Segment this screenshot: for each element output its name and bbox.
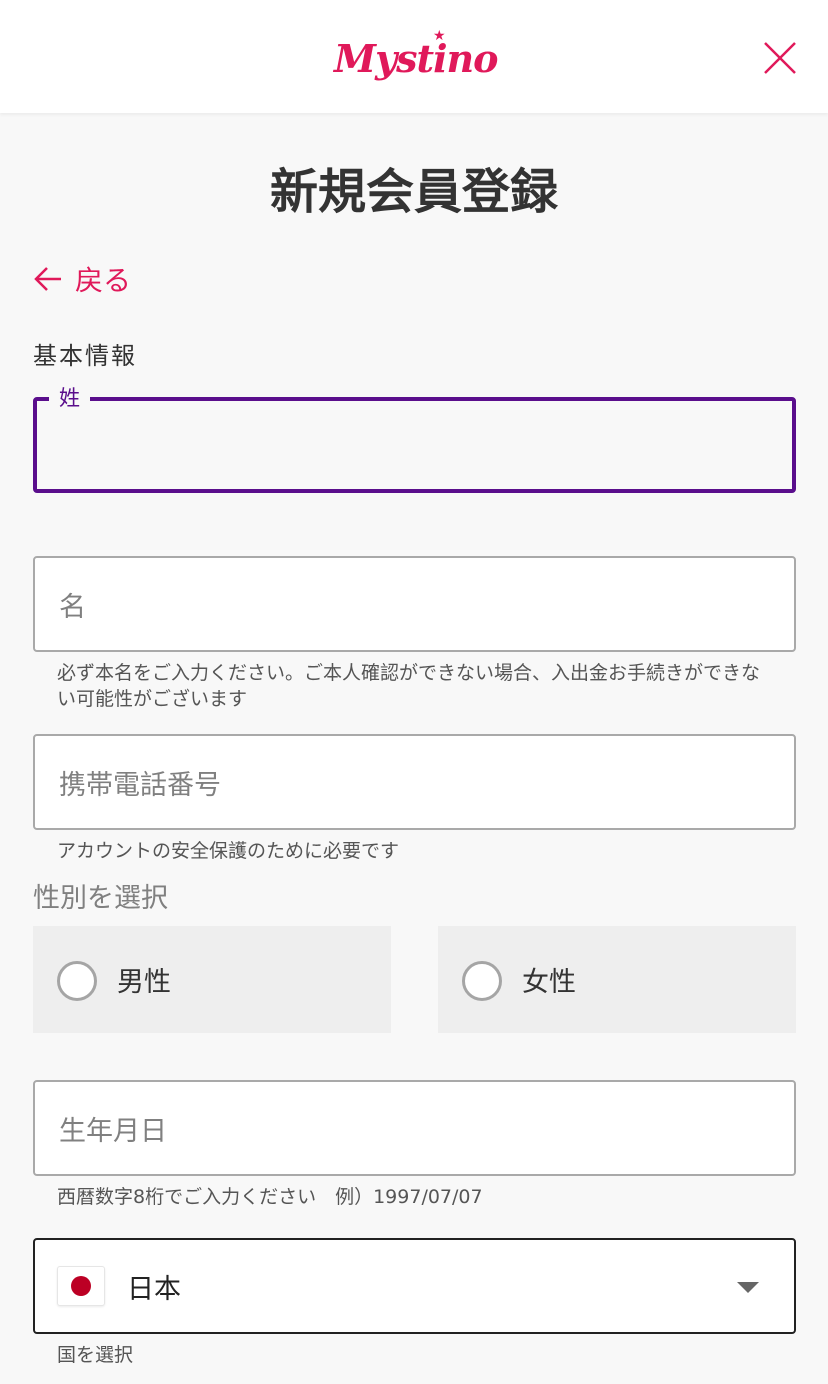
birthdate-helper-text: 西暦数字8桁でご入力ください 例）1997/07/07 <box>57 1186 483 1208</box>
close-icon <box>764 42 796 74</box>
birthdate-field[interactable]: 生年月日 <box>33 1080 796 1176</box>
mystino-logo[interactable]: Mystino ★ <box>334 28 498 86</box>
app-header: Mystino ★ <box>0 0 828 113</box>
page-title: 新規会員登録 <box>269 164 558 220</box>
country-select[interactable]: 日本 <box>33 1238 796 1334</box>
logo-text: Mystino <box>334 36 498 81</box>
birthdate-placeholder: 生年月日 <box>59 1115 167 1147</box>
japan-flag-icon <box>57 1266 105 1306</box>
gender-option-label: 女性 <box>522 967 576 998</box>
arrow-left-icon <box>34 267 61 291</box>
country-value: 日本 <box>127 1273 181 1305</box>
back-label: 戻る <box>75 264 132 297</box>
gender-option-female[interactable]: 女性 <box>438 926 796 1033</box>
phone-helper-text: アカウントの安全保護のために必要です <box>57 840 400 862</box>
phone-field[interactable]: 携帯電話番号 <box>33 734 796 830</box>
radio-circle-icon[interactable] <box>462 961 502 1001</box>
country-helper-text: 国を選択 <box>57 1344 134 1366</box>
logo-star-icon: ★ <box>433 28 446 44</box>
last-name-label: 姓 <box>49 385 90 411</box>
first-name-field[interactable]: 名 <box>33 556 796 652</box>
gender-option-label: 男性 <box>117 967 171 998</box>
flag-circle <box>71 1276 91 1296</box>
close-button[interactable] <box>762 40 798 76</box>
back-link[interactable]: 戻る <box>33 258 131 300</box>
first-name-placeholder: 名 <box>59 591 86 623</box>
last-name-field[interactable]: 姓 <box>33 385 796 493</box>
first-name-helper-text: 必ず本名をご入力ください。ご本人確認ができない場合、入出金お手続きができない可能… <box>57 662 761 710</box>
gender-option-male[interactable]: 男性 <box>33 926 391 1033</box>
phone-placeholder: 携帯電話番号 <box>59 769 221 801</box>
section-label-basic-info: 基本情報 <box>33 342 137 370</box>
gender-label: 性別を選択 <box>33 883 168 914</box>
radio-circle-icon[interactable] <box>57 961 97 1001</box>
caret-down-icon <box>737 1282 759 1293</box>
